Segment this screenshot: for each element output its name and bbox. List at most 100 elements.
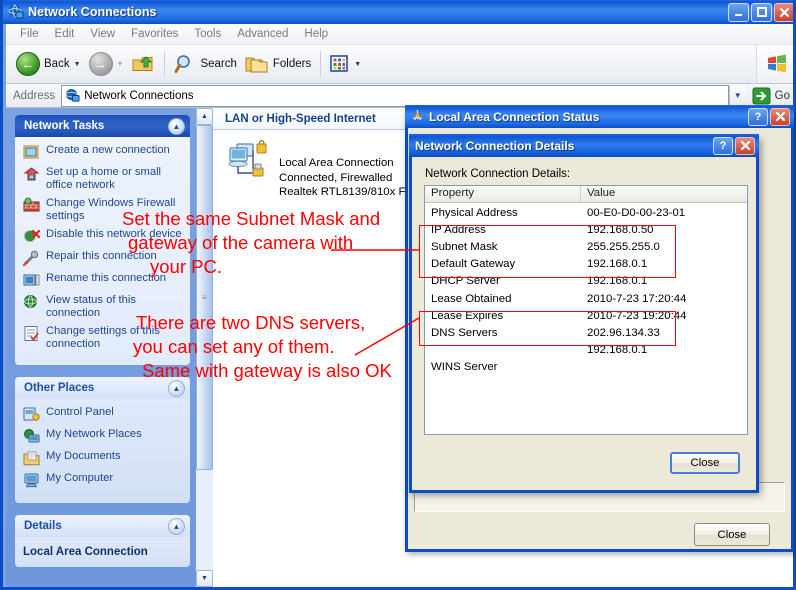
up-folder-icon [132, 56, 153, 71]
network-plug-icon [410, 108, 425, 126]
views-chevron-down-icon[interactable]: ▼ [354, 61, 361, 68]
annotation-note-2c: Same with gateway is also OK [142, 360, 392, 382]
menu-item-file[interactable]: File [12, 26, 47, 42]
table-row[interactable]: Physical Address 00-E0-D0-00-23-01 [425, 204, 747, 221]
network-globe-icon [8, 4, 24, 20]
panel-body-details: Local Area Connection [15, 537, 190, 567]
menu-item-advanced[interactable]: Advanced [229, 26, 296, 42]
address-input[interactable]: Network Connections [61, 84, 729, 107]
magnifier-icon [174, 55, 191, 73]
panel-body-other-places: Control Panel My Network Places My Docum… [15, 399, 190, 503]
chevron-up-icon[interactable]: ▲ [168, 517, 185, 535]
home-network-icon [23, 166, 40, 183]
connection-adapter: Realtek RTL8139/810x Fa [279, 186, 412, 198]
panel-header-network-tasks[interactable]: Network Tasks ▲ [15, 115, 190, 137]
go-button[interactable]: Go [746, 87, 793, 105]
details-help-button[interactable]: ? [713, 136, 733, 155]
sidebar-item-my-computer[interactable]: My Computer [23, 472, 184, 489]
rename-icon [23, 272, 40, 289]
up-button[interactable] [127, 48, 159, 80]
control-panel-icon [23, 406, 40, 423]
settings-checklist-icon [23, 325, 40, 342]
details-table-header: Property Value [425, 186, 747, 203]
chevron-down-icon[interactable]: ▼ [74, 61, 81, 68]
back-button[interactable]: ← Back ▼ [12, 48, 85, 80]
maximize-button[interactable] [751, 2, 772, 22]
sidebar-item-control-panel[interactable]: Control Panel [23, 406, 184, 423]
details-connection-name: Local Area Connection [23, 546, 148, 558]
status-close-button[interactable]: Close [694, 523, 770, 546]
scrollbar-thumb[interactable]: ≡ [196, 125, 213, 470]
scroll-up-button[interactable]: ▲ [196, 108, 213, 125]
details-close-button[interactable]: Close [670, 452, 740, 474]
sidebar-label: My Network Places [46, 428, 142, 440]
details-close-x-button[interactable] [735, 136, 755, 155]
connection-status: Connected, Firewalled [279, 171, 393, 184]
status-close-x-button[interactable] [770, 107, 790, 126]
details-dialog-title: Network Connection Details [415, 138, 575, 153]
panel-header-details[interactable]: Details ▲ [15, 515, 190, 537]
menu-item-tools[interactable]: Tools [186, 26, 229, 42]
sidebar-label: My Computer [46, 472, 114, 484]
panel-title-details: Details [24, 520, 62, 532]
sidebar-label: Control Panel [46, 406, 114, 418]
panel-title-other-places: Other Places [24, 382, 95, 394]
annotation-note-1-line-3: your PC. [150, 256, 222, 277]
windows-flag-icon [756, 45, 793, 83]
column-header-property[interactable]: Property [425, 186, 581, 202]
annotation-note-2b: you can set any of them. [133, 336, 335, 358]
annotation-note-1-line-1: Set the same Subnet Mask and [122, 208, 381, 229]
chevron-up-icon[interactable]: ▲ [168, 117, 185, 135]
chevron-up-icon: ▲ [201, 113, 208, 120]
firewall-icon [23, 197, 40, 214]
toolbar: ← Back ▼ → ▼ Search Folders ▼ [6, 45, 793, 84]
grip-icon: ≡ [202, 293, 207, 302]
my-documents-icon [23, 450, 40, 467]
my-computer-icon [23, 472, 40, 489]
annotation-box-dns-servers [419, 311, 676, 346]
folders-icon [245, 57, 268, 73]
chevron-down-icon: ▼ [201, 575, 208, 582]
details-dialog-titlebar: Network Connection Details ? [409, 134, 759, 157]
forward-arrow-icon: → [88, 52, 113, 76]
globe-status-icon [23, 294, 40, 311]
minimize-button[interactable] [728, 2, 749, 22]
chevron-down-icon-forward: ▼ [116, 60, 124, 68]
window-title: Network Connections [28, 5, 157, 19]
forward-button[interactable]: → ▼ [85, 48, 128, 80]
status-help-button[interactable]: ? [748, 107, 768, 126]
annotation-note-2-line-1: There are two DNS servers, [136, 312, 366, 333]
chevron-up-icon[interactable]: ▲ [168, 379, 185, 397]
details-table[interactable]: Property Value Physical Address 00-E0-D0… [424, 185, 748, 435]
menu-item-view[interactable]: View [82, 26, 123, 42]
menu-item-edit[interactable]: Edit [47, 26, 83, 42]
annotation-note-1b: gateway of the camera with [128, 232, 353, 254]
disable-device-icon [23, 228, 41, 245]
table-row[interactable]: Lease Obtained 2010-7-23 17:20:44 [425, 290, 747, 307]
repair-wrench-icon [22, 250, 40, 267]
row-property: Physical Address [431, 206, 518, 219]
window-title-bar: Network Connections [3, 0, 793, 24]
views-grid-icon [330, 55, 349, 72]
scroll-down-button[interactable]: ▼ [196, 570, 213, 587]
sidebar-item-create-new-connection[interactable]: Create a new connection [23, 144, 184, 161]
row-value: 2010-7-23 17:20:44 [587, 292, 687, 305]
folders-button[interactable]: Folders [241, 48, 315, 80]
annotation-note-1c: your PC. [150, 256, 222, 278]
sidebar-item-my-documents[interactable]: My Documents [23, 450, 184, 467]
column-header-value[interactable]: Value [581, 186, 615, 202]
search-button[interactable]: Search [170, 48, 240, 80]
close-button[interactable] [774, 2, 793, 22]
sidebar-item-setup-home-network[interactable]: Set up a home or small office network [23, 166, 184, 192]
table-row[interactable]: WINS Server [425, 359, 747, 376]
panel-details: Details ▲ Local Area Connection [15, 515, 190, 567]
network-globe-icon-address [65, 88, 80, 102]
chevron-down-icon-address[interactable]: ▼ [728, 85, 746, 106]
menu-item-help[interactable]: Help [296, 26, 336, 42]
menu-item-favorites[interactable]: Favorites [123, 26, 186, 42]
views-button[interactable]: ▼ [326, 48, 365, 80]
annotation-note-1-line-2: gateway of the camera with [128, 232, 354, 253]
my-network-places-icon [23, 428, 40, 445]
new-connection-icon [23, 144, 40, 161]
sidebar-item-my-network-places[interactable]: My Network Places [23, 428, 184, 445]
